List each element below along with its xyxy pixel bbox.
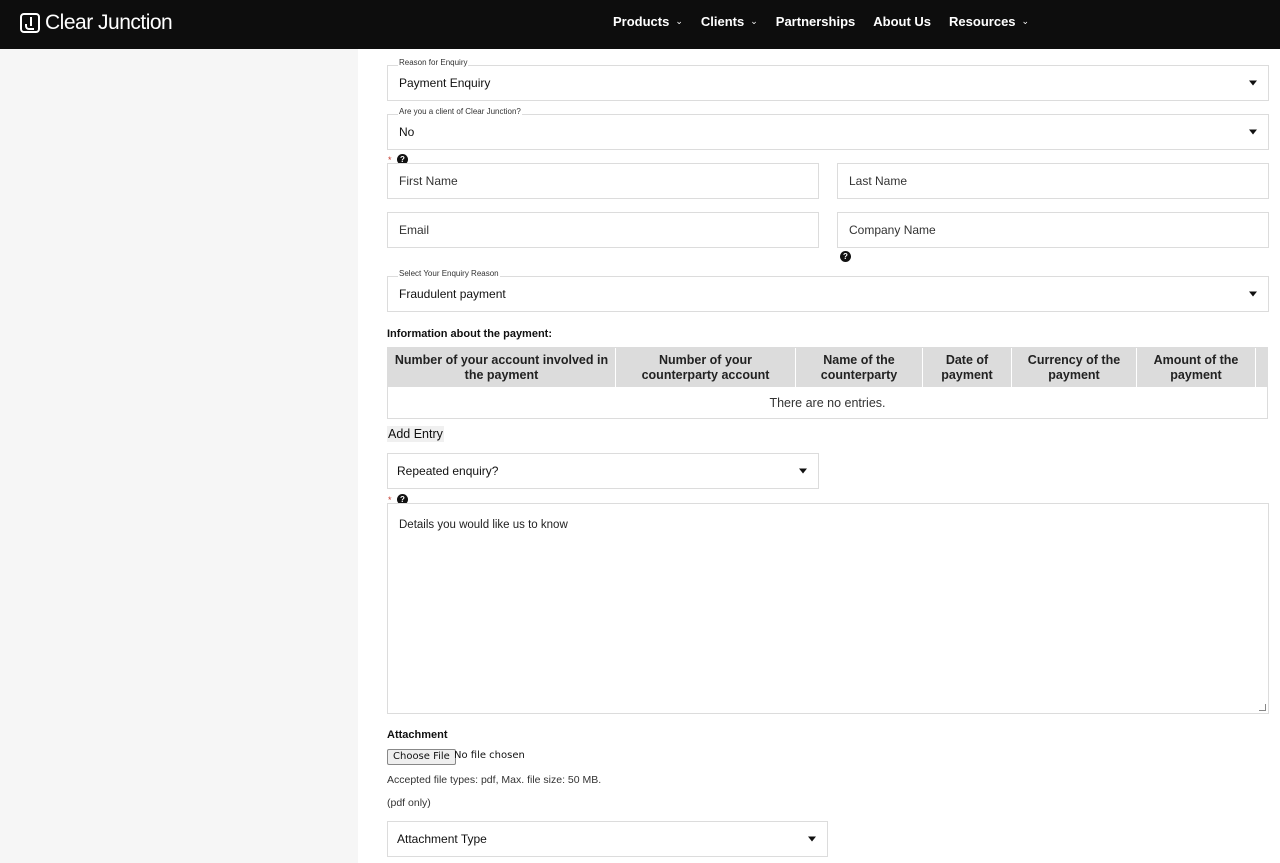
caret-down-icon xyxy=(1249,291,1257,297)
caret-down-icon xyxy=(1249,80,1257,86)
reason-value: Payment Enquiry xyxy=(399,76,491,90)
chevron-down-icon: ⌄ xyxy=(750,16,758,26)
repeated-enquiry-select[interactable]: Repeated enquiry? xyxy=(387,453,819,489)
nav-item-label: Resources xyxy=(949,14,1016,29)
payment-table: Number of your account involved in the p… xyxy=(387,347,1268,419)
left-panel xyxy=(0,49,358,863)
brand-name: Clear Junction xyxy=(45,11,173,34)
payment-section-title: Information about the payment: xyxy=(387,328,552,340)
nav-item-products[interactable]: Products ⌄ xyxy=(613,14,683,29)
table-empty-message: There are no entries. xyxy=(769,395,886,410)
main-menu: Products ⌄ Clients ⌄ Partnerships About … xyxy=(613,14,1047,29)
logo-icon xyxy=(20,13,40,33)
nav-item-clients[interactable]: Clients ⌄ xyxy=(701,14,758,29)
attachment-type-value: Attachment Type xyxy=(397,832,487,846)
caret-down-icon xyxy=(799,468,807,474)
nav-item-label: Partnerships xyxy=(775,14,856,29)
chevron-down-icon: ⌄ xyxy=(675,16,683,26)
nav-item-label: Products xyxy=(613,14,670,29)
enquiry-reason-select[interactable]: Fraudulent payment xyxy=(387,276,1269,312)
client-value: No xyxy=(399,125,415,139)
caret-down-icon xyxy=(1249,129,1257,135)
resize-handle-icon[interactable] xyxy=(1259,704,1266,711)
repeated-enquiry-value: Repeated enquiry? xyxy=(397,464,499,478)
attachment-title: Attachment xyxy=(387,729,448,741)
first-name-field[interactable]: First Name xyxy=(387,163,819,199)
reason-select[interactable]: Payment Enquiry xyxy=(387,65,1269,101)
email-field[interactable]: Email xyxy=(387,212,819,248)
column-header: Date of payment xyxy=(922,348,1011,387)
client-label: Are you a client of Clear Junction? xyxy=(398,107,522,116)
last-name-placeholder: Last Name xyxy=(849,174,908,188)
file-status: No file chosen xyxy=(454,750,525,761)
company-name-placeholder: Company Name xyxy=(849,223,936,237)
company-name-field[interactable]: Company Name xyxy=(837,212,1269,248)
attachment-type-select[interactable]: Attachment Type xyxy=(387,821,828,857)
reason-label: Reason for Enquiry xyxy=(398,58,469,67)
column-header-actions xyxy=(1255,348,1267,387)
choose-file-button[interactable]: Choose File xyxy=(387,749,456,765)
details-placeholder: Details you would like us to know xyxy=(399,519,568,531)
brand-logo[interactable]: Clear Junction xyxy=(20,11,173,35)
first-name-placeholder: First Name xyxy=(399,174,458,188)
chevron-down-icon: ⌄ xyxy=(1021,16,1030,26)
email-placeholder: Email xyxy=(399,223,430,237)
file-type-note: (pdf only) xyxy=(387,797,431,809)
last-name-field[interactable]: Last Name xyxy=(837,163,1269,199)
nav-item-partnerships[interactable]: Partnerships xyxy=(776,14,855,29)
column-header: Currency of the payment xyxy=(1011,348,1136,387)
column-header: Number of your account involved in the p… xyxy=(394,352,609,382)
nav-item-resources[interactable]: Resources ⌄ xyxy=(949,14,1029,29)
column-header: Name of the counterparty xyxy=(795,348,922,387)
nav-item-label: Clients xyxy=(700,14,745,29)
enquiry-reason-label: Select Your Enquiry Reason xyxy=(398,269,500,278)
enquiry-reason-value: Fraudulent payment xyxy=(399,287,506,301)
client-select[interactable]: No xyxy=(387,114,1269,150)
details-textarea[interactable]: Details you would like us to know xyxy=(387,503,1269,714)
table-header-row: Number of your account involved in the p… xyxy=(388,348,1267,387)
caret-down-icon xyxy=(808,836,816,842)
nav-item-about-us[interactable]: About Us xyxy=(873,14,931,29)
help-icon[interactable]: ? xyxy=(840,251,851,262)
accepted-file-types: Accepted file types: pdf, Max. file size… xyxy=(387,774,602,786)
column-header: Number of your counterparty account xyxy=(615,348,795,387)
nav-item-label: About Us xyxy=(873,14,932,29)
column-header: Amount of the payment xyxy=(1136,348,1255,387)
add-entry-button[interactable]: Add Entry xyxy=(387,426,444,442)
top-navbar: Clear Junction Products ⌄ Clients ⌄ Part… xyxy=(0,0,1280,49)
